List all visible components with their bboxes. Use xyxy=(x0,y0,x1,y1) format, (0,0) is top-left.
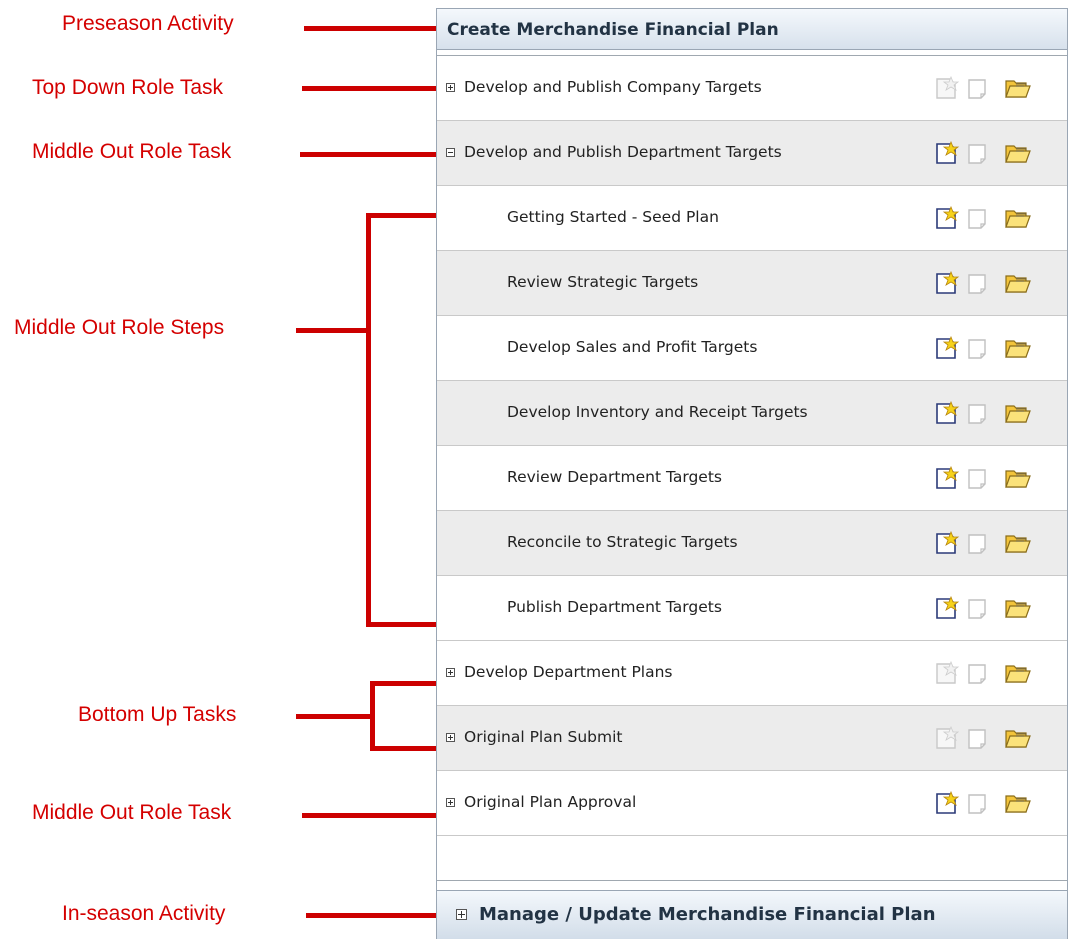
row-actions xyxy=(934,531,1044,555)
activity-header-inseason[interactable]: Manage / Update Merchandise Financial Pl… xyxy=(437,890,1067,939)
annotation-arrow-bottom-up xyxy=(296,714,370,719)
row-actions xyxy=(934,466,1044,490)
expand-icon[interactable] xyxy=(456,909,467,920)
step-label[interactable]: Getting Started - Seed Plan xyxy=(507,208,719,226)
row-actions xyxy=(934,661,1044,685)
row-actions xyxy=(934,141,1044,165)
task-row[interactable]: Develop and Publish Department Targets xyxy=(437,121,1067,186)
row-actions xyxy=(934,206,1044,230)
step-label[interactable]: Review Strategic Targets xyxy=(507,273,698,291)
step-label[interactable]: Develop Inventory and Receipt Targets xyxy=(507,403,808,421)
step-label[interactable]: Review Department Targets xyxy=(507,468,722,486)
step-row[interactable]: Review Department Targets xyxy=(437,446,1067,511)
task-row[interactable]: Develop Department Plans xyxy=(437,641,1067,706)
task-list: Develop and Publish Company Targets Deve… xyxy=(437,55,1067,881)
row-actions xyxy=(934,401,1044,425)
annotation-bracket-bottom-up-bottom xyxy=(370,746,440,751)
annotation-bracket-bottom-up-vertical xyxy=(370,681,375,751)
row-actions xyxy=(934,336,1044,360)
expand-icon[interactable] xyxy=(446,798,455,807)
task-row[interactable]: Original Plan Submit xyxy=(437,706,1067,771)
step-row[interactable]: Getting Started - Seed Plan xyxy=(437,186,1067,251)
task-row[interactable]: Develop and Publish Company Targets xyxy=(437,56,1067,121)
step-label[interactable]: Develop Sales and Profit Targets xyxy=(507,338,757,356)
row-actions xyxy=(934,791,1044,815)
expand-icon[interactable] xyxy=(446,83,455,92)
row-actions xyxy=(934,596,1044,620)
step-row[interactable]: Publish Department Targets xyxy=(437,576,1067,641)
annotation-bracket-steps-top xyxy=(366,213,440,218)
expand-icon[interactable] xyxy=(446,733,455,742)
task-label[interactable]: Original Plan Submit xyxy=(464,728,622,746)
annotation-top-down-role-task: Top Down Role Task xyxy=(32,76,224,99)
annotation-bracket-bottom-up-top xyxy=(370,681,440,686)
row-actions xyxy=(934,76,1044,100)
annotation-arrow-middle-out-2 xyxy=(302,813,438,818)
task-label[interactable]: Original Plan Approval xyxy=(464,793,636,811)
annotation-middle-out-role-task-1: Middle Out Role Task xyxy=(32,140,232,163)
task-label[interactable]: Develop and Publish Company Targets xyxy=(464,78,762,96)
annotation-middle-out-role-task-2: Middle Out Role Task xyxy=(32,801,232,824)
expand-icon[interactable] xyxy=(446,668,455,677)
row-actions xyxy=(934,271,1044,295)
task-label[interactable]: Develop Department Plans xyxy=(464,663,673,681)
annotation-arrow-top-down xyxy=(302,86,436,91)
task-label[interactable]: Develop and Publish Department Targets xyxy=(464,143,782,161)
annotation-arrow-middle-out-1 xyxy=(300,152,436,157)
activity-header-preseason[interactable]: Create Merchandise Financial Plan xyxy=(437,8,1067,50)
row-actions xyxy=(934,726,1044,750)
activity-panel: Create Merchandise Financial Plan Develo… xyxy=(436,8,1068,939)
step-row[interactable]: Develop Sales and Profit Targets xyxy=(437,316,1067,381)
annotation-inseason-activity: In-season Activity xyxy=(62,902,226,925)
annotation-arrow-steps xyxy=(296,328,370,333)
annotation-bracket-steps-bottom xyxy=(366,622,440,627)
activity-title: Create Merchandise Financial Plan xyxy=(447,20,779,40)
activity-title-inseason: Manage / Update Merchandise Financial Pl… xyxy=(479,904,936,925)
step-label[interactable]: Reconcile to Strategic Targets xyxy=(507,533,738,551)
step-row[interactable]: Review Strategic Targets xyxy=(437,251,1067,316)
task-row[interactable]: Original Plan Approval xyxy=(437,771,1067,836)
annotation-bottom-up-tasks: Bottom Up Tasks xyxy=(78,703,237,726)
annotation-arrow-preseason xyxy=(304,26,436,31)
annotation-preseason-activity: Preseason Activity xyxy=(62,12,234,35)
annotation-bracket-steps-vertical xyxy=(366,213,371,627)
collapse-icon[interactable] xyxy=(446,148,455,157)
step-row[interactable]: Develop Inventory and Receipt Targets xyxy=(437,381,1067,446)
step-row[interactable]: Reconcile to Strategic Targets xyxy=(437,511,1067,576)
annotation-arrow-inseason xyxy=(306,913,436,918)
annotation-middle-out-role-steps: Middle Out Role Steps xyxy=(14,316,225,339)
step-label[interactable]: Publish Department Targets xyxy=(507,598,722,616)
